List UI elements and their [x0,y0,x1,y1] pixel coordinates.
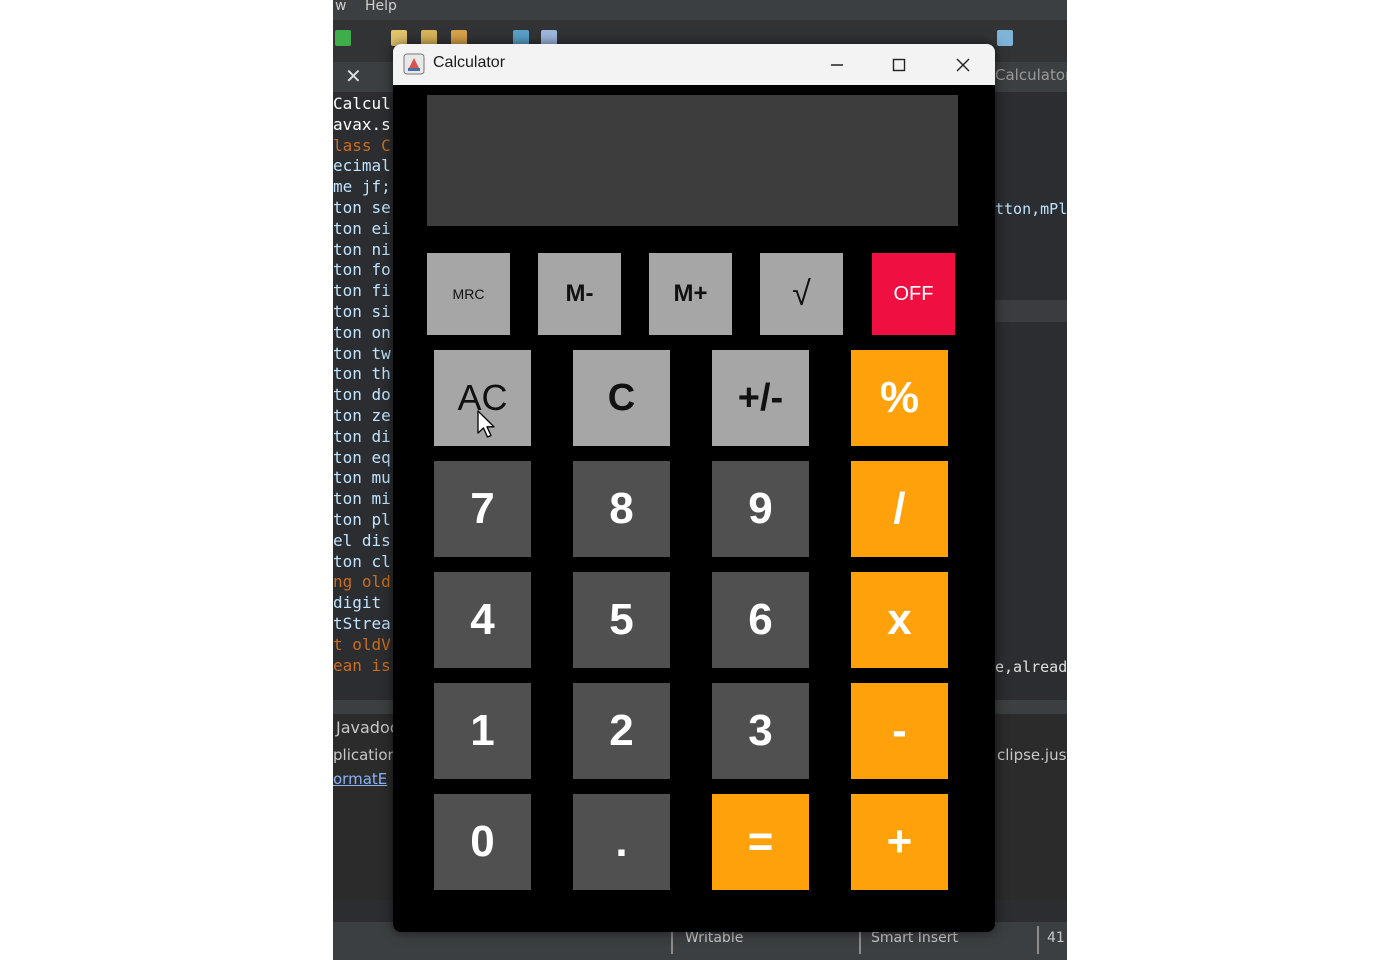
eight-button[interactable]: 8 [573,461,670,557]
code-line: ng old [333,572,391,592]
code-line: avax.s [333,114,391,134]
menu-item-window[interactable]: w [335,0,346,14]
code-line: ton cl [333,551,391,571]
console-link[interactable]: ormatE [333,770,387,788]
code-line: ton si [333,301,391,321]
code-line: ton pl [333,509,391,529]
status-divider [1037,926,1039,954]
minimize-button[interactable] [807,44,867,85]
decimal-button[interactable]: . [573,794,670,890]
code-line: ton ze [333,405,391,425]
calculator-display [427,95,958,226]
code-line: lass C [333,135,391,155]
close-icon [956,58,970,71]
seven-button[interactable]: 7 [434,461,531,557]
code-line: ton se [333,197,391,217]
code-line: ton th [333,364,391,384]
sqrt-button[interactable]: √ [760,253,843,335]
editor-tab-calculator[interactable]: Calculator [995,66,1067,84]
m-minus-button[interactable]: M- [538,253,621,335]
code-editor[interactable]: Calcul avax.s lass Cecimal me jf; ton se ton … [333,94,393,676]
ac-button[interactable]: AC [434,350,531,446]
minimize-icon [831,63,843,66]
code-line: digit [333,593,382,613]
code-line: Calcul [333,94,391,113]
divide-button[interactable]: / [851,461,948,557]
minus-button[interactable]: - [851,683,948,779]
code-line: ton fi [333,281,391,301]
code-line: ton fo [333,260,391,280]
calculator-window: Calculator MRC M- M+ √ OFF AC C +/-% 7 8 9 / 4 5 6 x 1 2 3… [393,44,995,932]
code-line: el dis [333,530,391,550]
code-line: ton ei [333,218,391,238]
status-writable: Writable [685,930,744,946]
status-insert-mode: Smart Insert [871,930,958,946]
close-tab-icon[interactable]: ✕ [345,64,362,88]
code-line: ton do [333,385,391,405]
ide-menubar: w Help [333,0,1067,20]
nine-button[interactable]: 9 [712,461,809,557]
m-plus-button[interactable]: M+ [649,253,732,335]
zero-button[interactable]: 0 [434,794,531,890]
code-line: ton mi [333,489,391,509]
close-button[interactable] [933,44,993,85]
four-button[interactable]: 4 [434,572,531,668]
code-line: ton on [333,322,391,342]
code-line: me jf; [333,177,391,197]
plus-button[interactable]: + [851,794,948,890]
two-button[interactable]: 2 [573,683,670,779]
three-button[interactable]: 3 [712,683,809,779]
javadoc-tab[interactable]: Javadoc [336,718,399,737]
code-line: ton tw [333,343,391,363]
menu-item-help[interactable]: Help [365,0,397,14]
equals-button[interactable]: = [712,794,809,890]
one-button[interactable]: 1 [434,683,531,779]
console-line: plication [333,746,398,764]
code-line: ecimal [333,156,391,176]
maximize-button[interactable] [869,44,929,85]
status-position: 41 [1047,930,1065,946]
code-line: ton ni [333,239,391,259]
line-highlight [995,300,1067,322]
console-line: clipse.justj [997,746,1067,764]
java-app-icon [403,53,425,75]
multiply-button[interactable]: x [851,572,948,668]
c-button[interactable]: C [573,350,670,446]
run-icon[interactable] [335,30,351,46]
off-button[interactable]: OFF [872,253,955,335]
code-line: ton eq [333,447,391,467]
six-button[interactable]: 6 [712,572,809,668]
code-line: ton di [333,426,391,446]
percent-button[interactable]: % [851,350,948,446]
sign-button[interactable]: +/- [712,350,809,446]
code-line: t oldV [333,634,391,654]
code-line: ean is [333,655,391,675]
five-button[interactable]: 5 [573,572,670,668]
code-line: ton mu [333,468,391,488]
code-line: tStrea [333,613,391,633]
window-title: Calculator [433,54,506,71]
mrc-button[interactable]: MRC [427,253,510,335]
code-fragment: e,alread [995,658,1067,676]
perspective-icon[interactable] [997,30,1013,46]
code-fragment: tton,mPl [995,200,1067,218]
window-titlebar[interactable]: Calculator [393,44,995,85]
maximize-icon [892,58,906,71]
